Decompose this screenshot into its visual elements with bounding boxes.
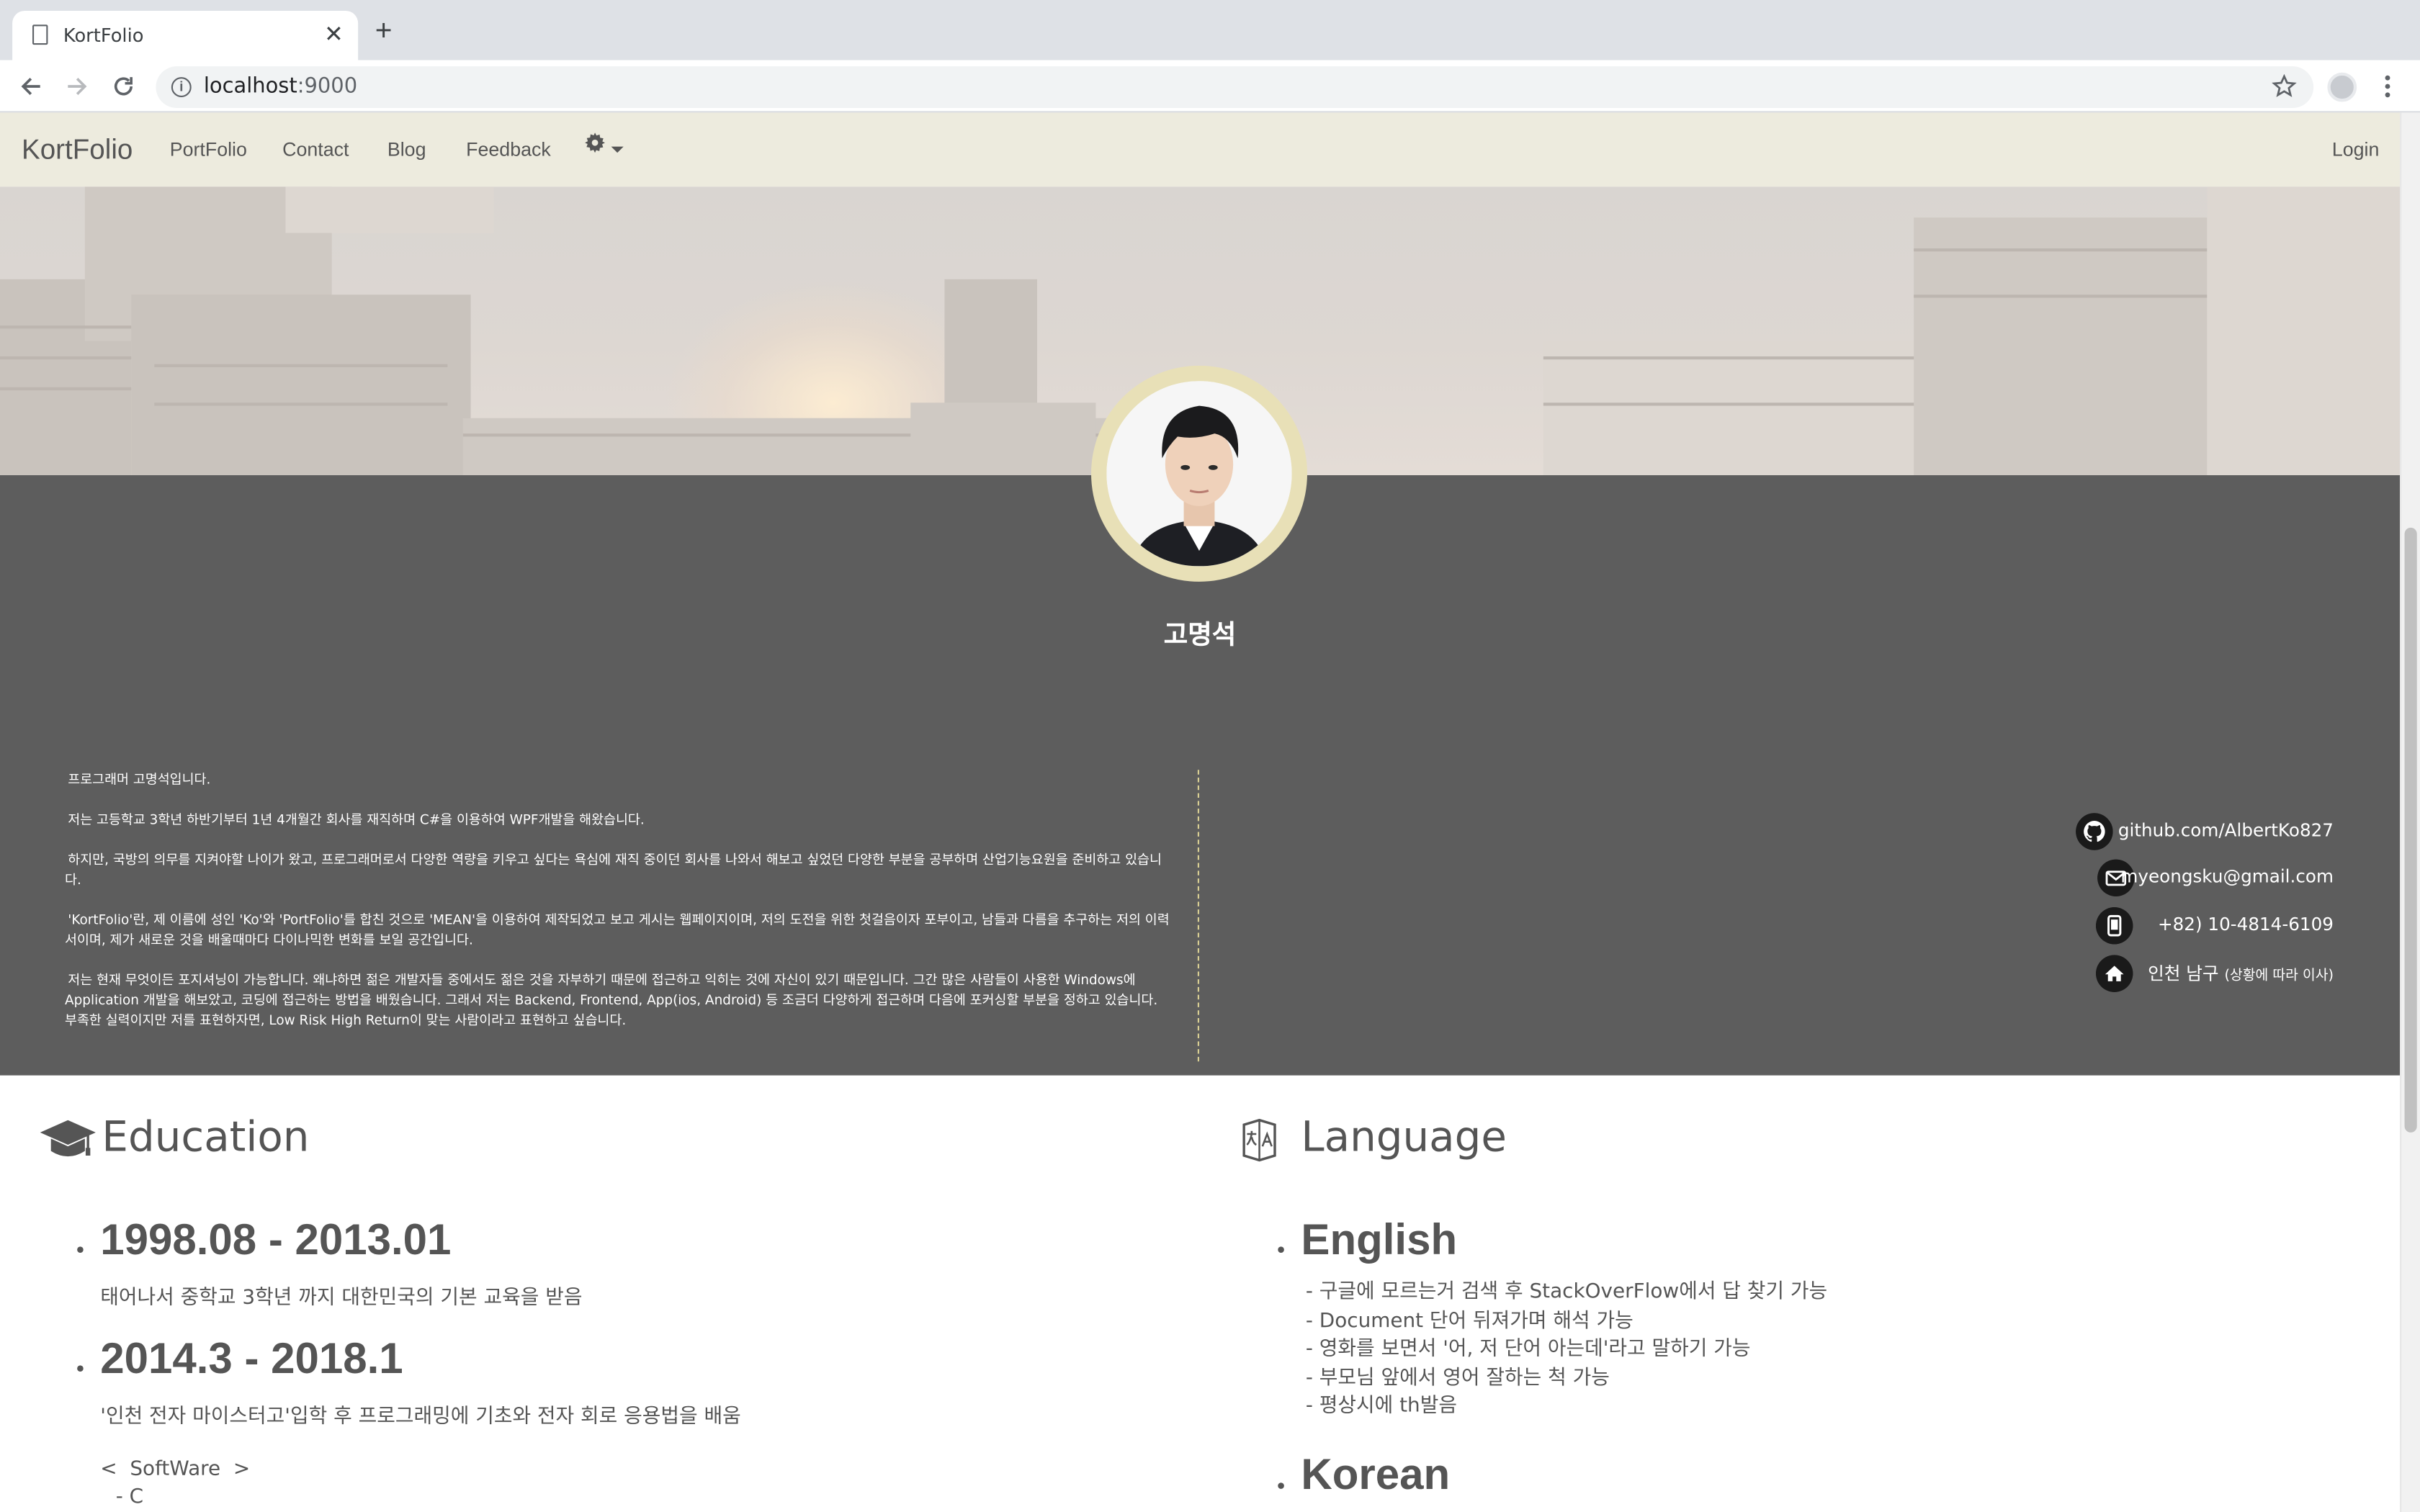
phone-icon xyxy=(2096,907,2133,945)
english-points: - 구글에 모르는거 검색 후 StackOverFlow에서 답 찾기 가능 … xyxy=(1306,1279,1827,1422)
list-bullet xyxy=(77,1365,84,1372)
info-icon[interactable]: i xyxy=(171,77,192,97)
tab-title: KortFolio xyxy=(63,24,144,47)
list-item: - 구글에 모르는거 검색 후 StackOverFlow에서 답 찾기 가능 xyxy=(1305,1280,1828,1304)
address-text: 인천 남구 (상황에 따라 이사) xyxy=(2148,963,2334,985)
profile-photo xyxy=(1106,381,1292,567)
section-divider xyxy=(1197,770,1199,1062)
reload-icon[interactable] xyxy=(111,74,135,99)
nav-link-portfolio[interactable]: PortFolio xyxy=(170,139,247,161)
bio-paragraph: 저는 현재 무엇이든 포지셔닝이 가능합니다. 왜냐하면 젊은 개발자들 중에서… xyxy=(65,973,1158,1030)
login-link[interactable]: Login xyxy=(2332,139,2380,161)
caret-down-icon[interactable] xyxy=(611,146,624,153)
bio-paragraph: 'KortFolio'란, 제 이름에 성인 'Ko'와 'PortFolio'… xyxy=(65,913,1170,949)
profile-name: 고명석 xyxy=(1163,620,1237,652)
nav-link-blog[interactable]: Blog xyxy=(387,139,426,161)
bookmark-star-icon[interactable] xyxy=(2272,73,2297,99)
forward-icon[interactable] xyxy=(65,74,89,99)
home-icon xyxy=(2096,955,2133,992)
nav-link-contact[interactable]: Contact xyxy=(282,139,349,161)
software-label: < SoftWare > xyxy=(100,1457,251,1482)
new-tab-icon[interactable]: + xyxy=(375,16,393,48)
software-item: - C xyxy=(115,1485,144,1509)
contact-github[interactable]: github.com/AlbertKo827 xyxy=(1716,813,2334,850)
contact-email[interactable]: myeongsku@gmail.com xyxy=(1716,859,2334,896)
close-icon[interactable]: ✕ xyxy=(324,20,344,48)
github-icon xyxy=(2076,813,2113,850)
education-period: 1998.08 - 2013.01 xyxy=(100,1215,452,1264)
brand-link[interactable]: KortFolio xyxy=(22,134,133,166)
education-desc: '인천 전자 마이스터고'입학 후 프로그래밍에 기초와 전자 회로 응용법을 … xyxy=(100,1405,741,1429)
bio-text: 프로그래머 고명석입니다. 저는 고등학교 3학년 하반기부터 1년 4개월간 … xyxy=(65,771,1173,1052)
list-item: - 영화를 보면서 '어, 저 단어 아는데'라고 말하기 가능 xyxy=(1305,1338,1751,1362)
bio-paragraph: 하지만, 국방의 의무를 지켜야할 나이가 왔고, 프로그래머로서 다양한 역량… xyxy=(65,853,1162,889)
translate-icon xyxy=(1242,1118,1276,1162)
education-heading: Education xyxy=(102,1114,310,1162)
github-text: github.com/AlbertKo827 xyxy=(2118,819,2334,841)
list-item: - Document 단어 뒤져가며 해석 가능 xyxy=(1305,1309,1634,1333)
avatar xyxy=(1106,381,1292,567)
profile-avatar-icon[interactable] xyxy=(2327,72,2357,102)
screen: KortFolio ✕ + i localhost:9000 KortFolio… xyxy=(0,0,2420,1512)
url-text: localhost:9000 xyxy=(203,73,358,99)
browser-tab[interactable]: KortFolio ✕ xyxy=(12,11,359,60)
list-item: - 부모님 앞에서 영어 잘하는 척 가능 xyxy=(1305,1367,1610,1390)
graduation-cap-icon xyxy=(40,1120,96,1157)
education-desc: 태어나서 중학교 3학년 까지 대한민국의 기본 교육을 받음 xyxy=(100,1287,583,1310)
nav-link-feedback[interactable]: Feedback xyxy=(466,139,551,161)
phone-text: +82) 10-4814-6109 xyxy=(2157,913,2334,935)
bio-paragraph: 프로그래머 고명석입니다. xyxy=(68,773,211,788)
language-name: Korean xyxy=(1301,1450,1451,1498)
menu-kebab-icon[interactable] xyxy=(2383,74,2393,99)
browser-tab-strip: KortFolio ✕ + xyxy=(0,0,2420,60)
education-period: 2014.3 - 2018.1 xyxy=(100,1334,403,1382)
site-navbar: KortFolio PortFolio Contact Blog Feedbac… xyxy=(0,112,2401,187)
bio-paragraph: 저는 고등학교 3학년 하반기부터 1년 4개월간 회사를 재직하며 C#을 이… xyxy=(68,813,645,829)
list-bullet xyxy=(1278,1246,1284,1253)
page-scrollbar-thumb[interactable] xyxy=(2404,527,2417,1133)
email-text: myeongsku@gmail.com xyxy=(2120,865,2334,888)
contact-phone[interactable]: +82) 10-4814-6109 xyxy=(1716,907,2334,945)
address-bar[interactable]: i localhost:9000 xyxy=(156,66,2314,108)
language-name: English xyxy=(1301,1215,1458,1264)
language-heading: Language xyxy=(1301,1114,1507,1162)
contact-address: 인천 남구 (상황에 따라 이사) xyxy=(1716,955,2334,992)
gear-icon[interactable] xyxy=(585,132,605,153)
document-icon xyxy=(32,24,48,45)
back-icon[interactable] xyxy=(19,74,43,99)
browser-toolbar: i localhost:9000 xyxy=(0,60,2420,113)
list-bullet xyxy=(1278,1482,1284,1489)
list-item: - 평상시에 th발음 xyxy=(1305,1395,1457,1419)
list-bullet xyxy=(77,1246,84,1253)
